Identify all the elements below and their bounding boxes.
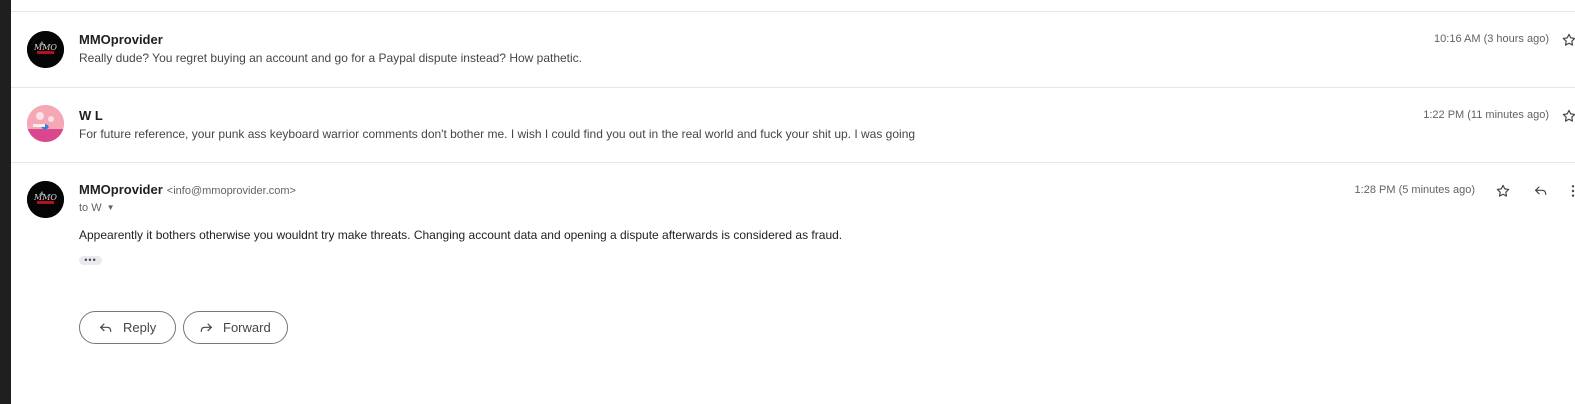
forward-button[interactable]: Forward	[183, 311, 288, 344]
more-vert-icon[interactable]	[1563, 181, 1575, 201]
message-snippet: For future reference, your punk ass keyb…	[79, 127, 916, 141]
star-icon[interactable]	[1559, 106, 1575, 126]
sender-name: W L	[79, 108, 103, 123]
message-time: 1:22 PM (11 minutes ago)	[1423, 109, 1549, 121]
email-thread: MMO MMOprovider Really dude? You regret …	[11, 0, 1575, 404]
svg-text:MMO: MMO	[33, 193, 57, 202]
recipients-label: to W	[79, 202, 102, 214]
recipients-toggle[interactable]: to W ▼	[79, 202, 115, 214]
star-icon[interactable]	[1493, 181, 1513, 201]
svg-text:MMO: MMO	[33, 43, 57, 52]
reply-button[interactable]: Reply	[79, 311, 176, 344]
caret-down-icon: ▼	[106, 203, 115, 212]
divider	[11, 162, 1575, 163]
avatar: MMO	[27, 31, 64, 68]
pink-illustration-icon	[27, 105, 64, 142]
avatar	[27, 105, 64, 142]
forward-button-label: Forward	[223, 320, 271, 335]
message-snippet: Really dude? You regret buying an accoun…	[79, 51, 583, 65]
collapsed-message-1[interactable]: MMO MMOprovider Really dude? You regret …	[11, 12, 1575, 87]
sender-display-name: MMOprovider	[79, 182, 163, 197]
sender-email: <info@mmoprovider.com>	[166, 185, 296, 197]
reply-icon[interactable]	[1531, 181, 1551, 201]
reply-icon	[100, 322, 112, 332]
mmo-logo-icon: MMO	[27, 181, 64, 218]
window-edge	[0, 0, 11, 404]
message-time: 1:28 PM (5 minutes ago)	[1354, 184, 1475, 196]
sender-name: MMOprovider	[79, 32, 163, 47]
avatar: MMO	[27, 181, 64, 218]
collapsed-message-2[interactable]: W L For future reference, your punk ass …	[11, 88, 1575, 163]
sender-name: MMOprovider <info@mmoprovider.com>	[79, 182, 296, 197]
message-time: 10:16 AM (3 hours ago)	[1434, 33, 1549, 45]
star-icon[interactable]	[1559, 30, 1575, 50]
reply-button-label: Reply	[123, 320, 157, 335]
forward-icon	[200, 322, 212, 332]
mmo-logo-icon: MMO	[27, 31, 64, 68]
message-body: Appearently it bothers otherwise you wou…	[79, 228, 843, 242]
show-trimmed-content-button[interactable]: •••	[79, 256, 102, 265]
